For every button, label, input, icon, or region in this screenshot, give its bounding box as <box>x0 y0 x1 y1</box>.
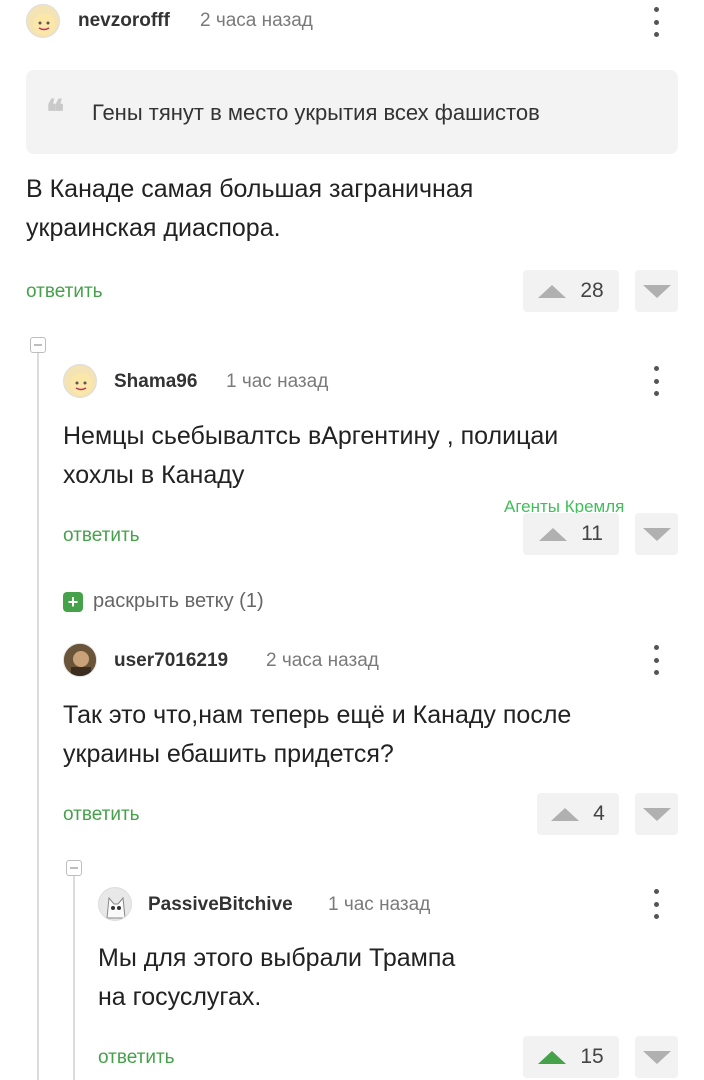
comment-text-line: на госуслугах. <box>98 983 262 1011</box>
vote-score: 11 <box>581 522 603 545</box>
collapse-icon[interactable] <box>66 860 82 876</box>
comment-text-line: Немцы сьебывалтсь вАргентину , полицаи <box>63 422 559 450</box>
reply-button[interactable]: ответить <box>63 525 140 547</box>
kebab-menu-icon[interactable] <box>651 7 661 37</box>
comment-text-line: хохлы в Канаду <box>63 461 245 489</box>
downvote-button[interactable] <box>635 513 678 555</box>
upvote-icon <box>539 527 568 541</box>
reply-button[interactable]: ответить <box>26 281 103 303</box>
comment-text-line: Мы для этого выбрали Трампа <box>98 944 456 972</box>
avatar[interactable] <box>26 4 60 38</box>
comment-text-line: украины ебашить придется? <box>63 740 394 768</box>
comment-text: Немцы сьебывалтсь вАргентину , полицаи х… <box>63 417 558 495</box>
thread-line-level-2 <box>73 876 75 1080</box>
avatar[interactable] <box>63 364 97 398</box>
downvote-icon <box>642 1050 671 1064</box>
reply-button[interactable]: ответить <box>98 1047 175 1069</box>
thread-line-level-1 <box>37 352 39 1080</box>
upvote-icon <box>538 284 567 298</box>
upvote-button[interactable]: 11 <box>523 513 619 555</box>
kebab-menu-icon[interactable] <box>651 366 661 396</box>
comment-text-line: украинская диаспора. <box>26 214 281 242</box>
vote-score: 28 <box>580 279 604 302</box>
downvote-icon <box>642 284 671 298</box>
vote-score: 4 <box>593 802 605 825</box>
comment-timestamp: 1 час назад <box>226 371 329 392</box>
quote-text: Гены тянут в место укрытия всех фашистов <box>92 100 540 125</box>
comment-username[interactable]: nevzorofff <box>78 10 170 32</box>
comment-username[interactable]: PassiveBitchive <box>148 894 293 916</box>
expand-thread-label: раскрыть ветку (1) <box>93 590 264 612</box>
upvote-icon <box>538 1050 567 1064</box>
reply-button[interactable]: ответить <box>63 804 140 826</box>
quote-block: ❝ Гены тянут в место укрытия всех фашист… <box>26 70 678 154</box>
comment-timestamp: 2 часа назад <box>200 10 313 31</box>
downvote-button[interactable] <box>635 270 678 312</box>
kebab-menu-icon[interactable] <box>651 889 661 919</box>
comment-text: Так это что,нам теперь ещё и Канаду посл… <box>63 696 571 774</box>
expand-thread-button[interactable]: + раскрыть ветку (1) <box>63 590 264 613</box>
comment-text: В Канаде самая большая заграничная украи… <box>26 170 473 248</box>
downvote-button[interactable] <box>635 1036 678 1078</box>
comment-text: Мы для этого выбрали Трампа на госуслуга… <box>98 939 455 1017</box>
comment-text-line: Так это что,нам теперь ещё и Канаду посл… <box>63 701 572 729</box>
comment-timestamp: 2 часа назад <box>266 650 379 671</box>
upvote-button[interactable]: 28 <box>523 270 619 312</box>
comment-timestamp: 1 час назад <box>328 894 431 915</box>
upvote-icon <box>551 807 580 821</box>
upvote-button[interactable]: 4 <box>537 793 619 835</box>
quote-icon: ❝ <box>46 93 65 133</box>
upvote-button[interactable]: 15 <box>523 1036 619 1078</box>
expand-icon: + <box>63 591 83 612</box>
avatar[interactable] <box>63 643 97 677</box>
downvote-icon <box>642 527 671 541</box>
avatar[interactable] <box>98 887 132 921</box>
downvote-icon <box>642 807 671 821</box>
collapse-icon[interactable] <box>30 337 46 353</box>
comment-username[interactable]: user7016219 <box>114 650 228 672</box>
vote-score: 15 <box>580 1045 604 1068</box>
kebab-menu-icon[interactable] <box>651 645 661 675</box>
comment-text-line: В Канаде самая большая заграничная <box>26 175 474 203</box>
comment-username[interactable]: Shama96 <box>114 371 197 393</box>
downvote-button[interactable] <box>635 793 678 835</box>
